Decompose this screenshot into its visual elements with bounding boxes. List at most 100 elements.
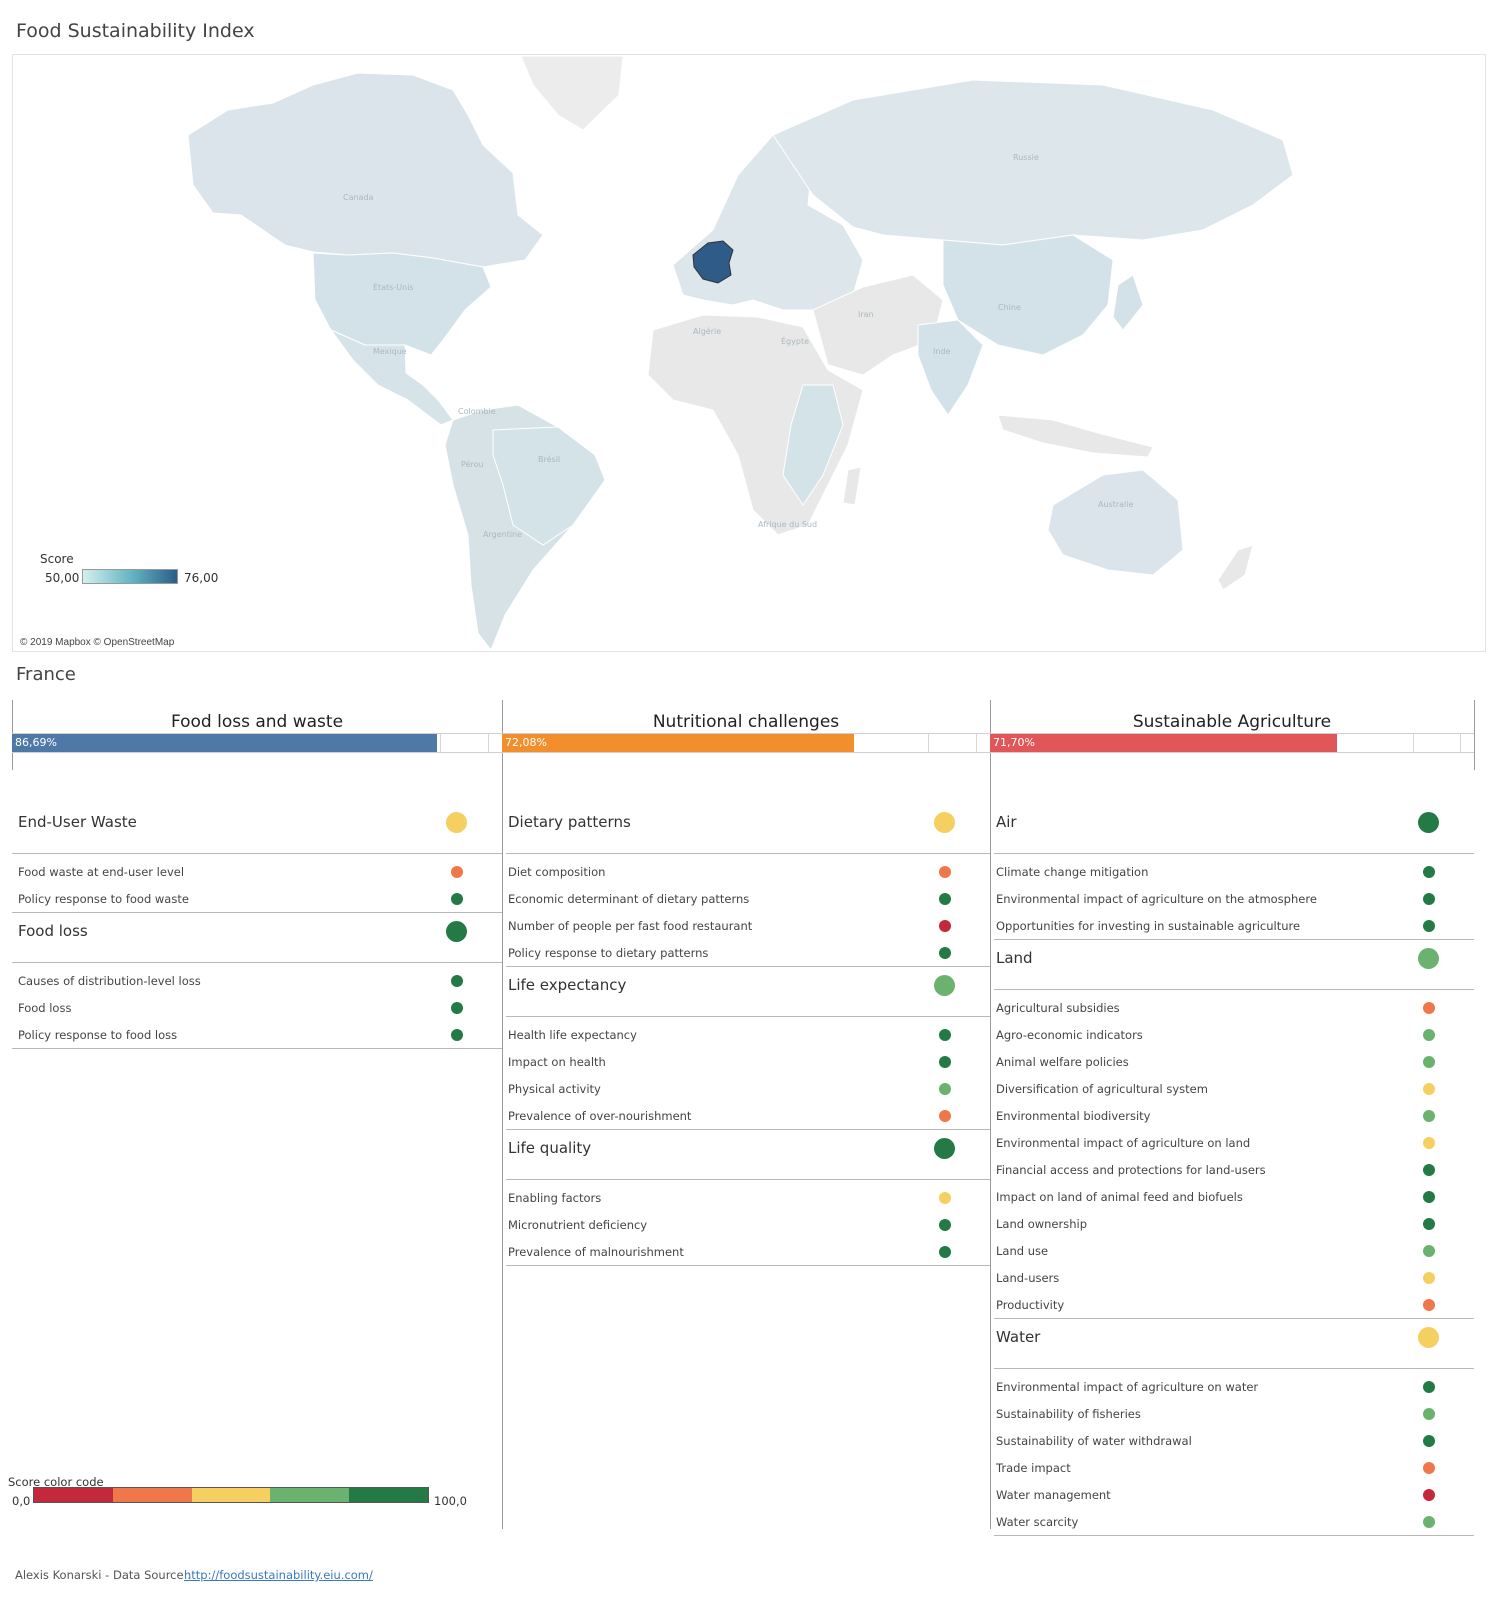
pillar-nutritional-challenges: Nutritional challenges 72,08% Dietary patt…: [502, 0, 990, 1600]
category-divider: [506, 966, 990, 967]
color-scale-low: [112, 1488, 192, 1502]
indicator-rating-dot: [939, 1056, 951, 1068]
indicator-rating-dot: [1423, 1516, 1435, 1528]
pillar-score-bar[interactable]: 86,69%: [12, 733, 502, 753]
indicator-rating-dot: [939, 920, 951, 932]
indicator-rating-dot: [1423, 1489, 1435, 1501]
category-divider: [994, 853, 1474, 854]
pillar-score-fill: [12, 734, 437, 752]
pillar-score-bar[interactable]: 72,08%: [502, 733, 990, 753]
pillar-score-bar[interactable]: 71,70%: [990, 733, 1474, 753]
indicator-water-management: Water management: [996, 1488, 1111, 1502]
indicator-prevalence-of-malnourishment: Prevalence of malnourishment: [508, 1245, 684, 1259]
color-scale-min: 0,0: [12, 1494, 31, 1508]
category-end-user-waste: End-User Waste: [18, 813, 137, 831]
indicator-enabling-factors: Enabling factors: [508, 1191, 602, 1205]
category-rating-dot: [1418, 1327, 1439, 1348]
category-divider: [506, 853, 990, 854]
indicator-rating-dot: [939, 1246, 951, 1258]
indicator-rating-dot: [451, 1002, 463, 1014]
category-air: Air: [996, 813, 1017, 831]
indicator-productivity: Productivity: [996, 1298, 1065, 1312]
indicator-health-life-expectancy: Health life expectancy: [508, 1028, 637, 1042]
indicator-food-waste-at-end-user-level: Food waste at end-user level: [18, 865, 185, 879]
pillar-food-loss-and-waste: Food loss and waste 86,69% End-User Waste F…: [12, 0, 502, 1600]
bar-gridline: [1460, 734, 1462, 752]
indicator-prevalence-of-over-nourishment: Prevalence of over-nourishment: [508, 1109, 692, 1123]
indicator-causes-of-distribution-level-loss: Causes of distribution-level loss: [18, 974, 201, 988]
indicator-rating-dot: [1423, 1164, 1435, 1176]
category-rating-dot: [1418, 812, 1439, 833]
category-rating-dot: [446, 921, 467, 942]
indicator-environmental-impact-of-agriculture-on-water: Environmental impact of agriculture on w…: [996, 1380, 1259, 1394]
indicator-rating-dot: [1423, 1245, 1435, 1257]
indicator-rating-dot: [1423, 1029, 1435, 1041]
pillar-score-fill: [990, 734, 1338, 752]
indicator-agricultural-subsidies: Agricultural subsidies: [996, 1001, 1120, 1015]
category-water: Water: [996, 1328, 1041, 1346]
bar-gridline: [928, 734, 930, 752]
indicator-food-loss: Food loss: [18, 1001, 72, 1015]
bar-gridline: [976, 734, 978, 752]
indicator-water-scarcity: Water scarcity: [996, 1515, 1079, 1529]
category-rating-dot: [446, 812, 467, 833]
indicator-rating-dot: [939, 1219, 951, 1231]
category-rating-dot: [934, 975, 955, 996]
indicator-rating-dot: [1423, 866, 1435, 878]
indicator-rating-dot: [1423, 920, 1435, 932]
category-divider: [994, 1535, 1474, 1536]
indicator-rating-dot: [939, 1083, 951, 1095]
indicator-sustainability-of-water-withdrawal: Sustainability of water withdrawal: [996, 1434, 1192, 1448]
footer-source-link[interactable]: http://foodsustainability.eiu.com/: [184, 1568, 373, 1582]
category-dietary-patterns: Dietary patterns: [508, 813, 631, 831]
indicator-impact-on-land-of-animal-feed-and-biofuels: Impact on land of animal feed and biofue…: [996, 1190, 1243, 1204]
category-divider: [12, 912, 502, 913]
bar-gridline: [1412, 734, 1414, 752]
pillar-score-label: 72,08%: [505, 736, 547, 749]
category-rating-dot: [934, 1138, 955, 1159]
pillar-sustainable-agriculture: Sustainable Agriculture 71,70% Air Climate …: [990, 0, 1474, 1600]
indicator-rating-dot: [1423, 1462, 1435, 1474]
category-divider: [994, 989, 1474, 990]
category-divider: [506, 1179, 990, 1180]
pillar-score-label: 71,70%: [993, 736, 1035, 749]
indicator-rating-dot: [939, 1192, 951, 1204]
indicator-rating-dot: [939, 947, 951, 959]
category-divider: [994, 1368, 1474, 1369]
indicator-rating-dot: [1423, 1110, 1435, 1122]
indicator-environmental-impact-of-agriculture-on-the-atmosphere: Environmental impact of agriculture on t…: [996, 892, 1317, 906]
indicator-economic-determinant-of-dietary-patterns: Economic determinant of dietary patterns: [508, 892, 750, 906]
footer-author: Alexis Konarski - Data Source :: [15, 1568, 192, 1582]
indicator-trade-impact: Trade impact: [996, 1461, 1071, 1475]
color-scale-medium: [191, 1488, 271, 1502]
indicator-rating-dot: [1423, 1083, 1435, 1095]
category-food-loss: Food loss: [18, 922, 88, 940]
indicator-rating-dot: [1423, 893, 1435, 905]
pillar-title: Food loss and waste: [170, 712, 344, 732]
indicator-rating-dot: [1423, 1137, 1435, 1149]
indicator-rating-dot: [451, 866, 463, 878]
indicator-diversification-of-agricultural-system: Diversification of agricultural system: [996, 1082, 1208, 1096]
indicator-policy-response-to-food-loss: Policy response to food loss: [18, 1028, 178, 1042]
category-land: Land: [996, 949, 1033, 967]
category-rating-dot: [1418, 948, 1439, 969]
divider-right: [1474, 700, 1475, 770]
indicator-land-use: Land use: [996, 1244, 1049, 1258]
indicator-rating-dot: [1423, 1056, 1435, 1068]
indicator-rating-dot: [451, 975, 463, 987]
indicator-rating-dot: [1423, 1435, 1435, 1447]
indicator-rating-dot: [939, 1029, 951, 1041]
indicator-rating-dot: [1423, 1408, 1435, 1420]
category-divider: [994, 939, 1474, 940]
indicator-financial-access-and-protections-for-land-users: Financial access and protections for lan…: [996, 1163, 1266, 1177]
indicator-opportunities-for-investing-in-sustainable-agriculture: Opportunities for investing in sustainab…: [996, 919, 1301, 933]
indicator-land-ownership: Land ownership: [996, 1217, 1088, 1231]
indicator-rating-dot: [1423, 1299, 1435, 1311]
pillar-title: Sustainable Agriculture: [1132, 712, 1332, 732]
category-divider: [12, 962, 502, 963]
indicator-environmental-biodiversity: Environmental biodiversity: [996, 1109, 1151, 1123]
category-divider: [12, 1048, 502, 1049]
category-divider: [506, 1265, 990, 1266]
indicator-rating-dot: [939, 893, 951, 905]
color-scale-bar: [33, 1487, 429, 1503]
